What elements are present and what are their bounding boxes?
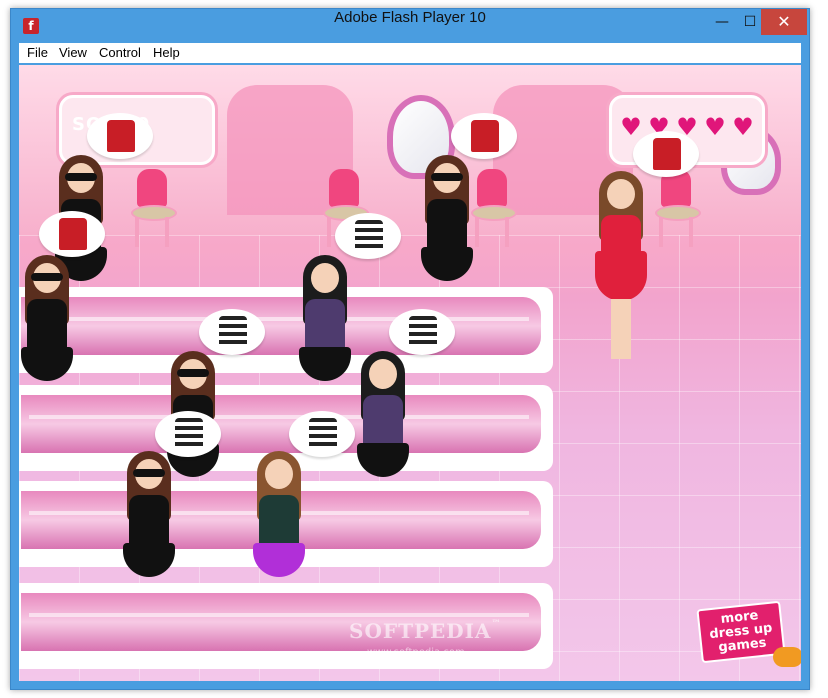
clothing-shelf[interactable]: [19, 287, 553, 373]
close-button[interactable]: ✕: [761, 9, 807, 35]
more-games-button[interactable]: more dress up games: [696, 600, 786, 664]
customer[interactable]: [419, 155, 475, 285]
request-bubble[interactable]: [87, 113, 153, 159]
heart-icon: ♥: [732, 113, 754, 141]
heart-icon: ♥: [704, 113, 726, 141]
game-stage[interactable]: SO 350 ♥ ♥ ♥ ♥ ♥: [19, 65, 801, 681]
watermark-url: www.softpedia.com: [367, 647, 465, 658]
request-bubble[interactable]: [155, 411, 221, 457]
customer[interactable]: [355, 351, 411, 481]
menu-help[interactable]: Help: [153, 43, 180, 63]
request-bubble[interactable]: [39, 211, 105, 257]
customer[interactable]: [297, 255, 353, 385]
request-bubble[interactable]: [633, 131, 699, 177]
menu-bar: File View Control Help: [19, 43, 801, 63]
menu-file[interactable]: File: [27, 43, 48, 63]
request-bubble[interactable]: [199, 309, 265, 355]
request-bubble[interactable]: [389, 309, 455, 355]
window-title: Adobe Flash Player 10: [334, 9, 486, 26]
salon-chair: [471, 169, 517, 249]
request-bubble[interactable]: [289, 411, 355, 457]
menu-view[interactable]: View: [59, 43, 87, 63]
heart-icon: ♥: [620, 113, 642, 141]
salon-chair: [655, 169, 701, 249]
gamepad-icon[interactable]: [773, 647, 801, 667]
title-bar[interactable]: f Adobe Flash Player 10 — ☐ ✕: [11, 9, 809, 43]
menu-control[interactable]: Control: [99, 43, 141, 63]
customer[interactable]: [121, 451, 177, 581]
shop-assistant[interactable]: [593, 171, 649, 371]
watermark: SOFTPEDIA™: [349, 619, 502, 643]
salon-chair: [131, 169, 177, 249]
customer[interactable]: [19, 255, 75, 385]
player-character[interactable]: [251, 451, 307, 581]
app-window: f Adobe Flash Player 10 — ☐ ✕ File View …: [10, 8, 810, 690]
request-bubble[interactable]: [335, 213, 401, 259]
request-bubble[interactable]: [451, 113, 517, 159]
